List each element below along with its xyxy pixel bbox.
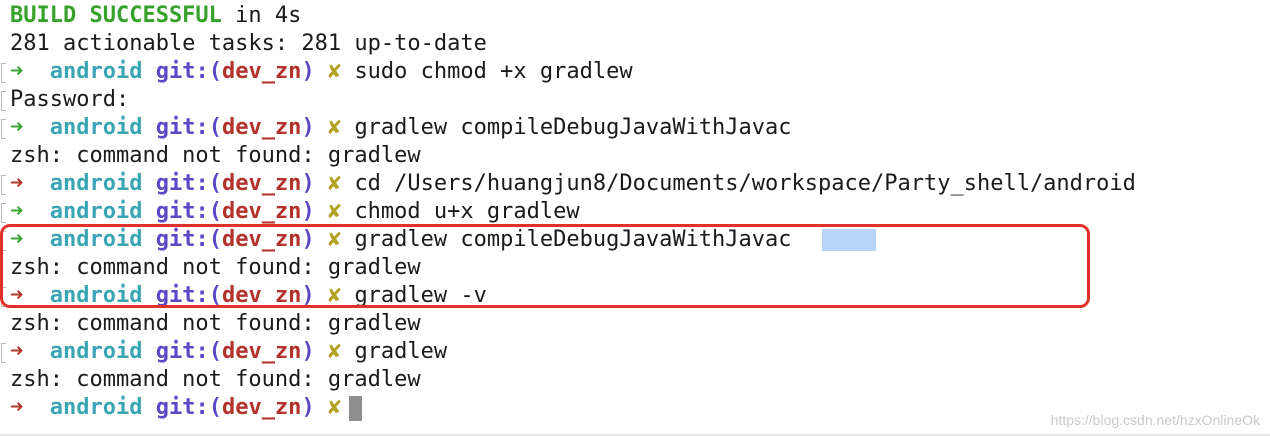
output-line: Password:	[0, 86, 1270, 114]
output-line: zsh: command not found: gradlew	[0, 142, 1270, 170]
prompt-dir: android	[49, 395, 143, 420]
git-close: )	[301, 59, 315, 84]
command-text: gradlew compileDebugJavaWithJavac	[354, 115, 792, 140]
tasks-summary: 281 actionable tasks: 281 up-to-date	[10, 31, 487, 56]
prompt-dir: android	[49, 199, 143, 224]
line-mark-icon	[1, 63, 6, 83]
git-branch: dev_zn	[221, 59, 302, 84]
git-branch: dev_zn	[221, 115, 302, 140]
password-prompt: Password:	[10, 87, 130, 112]
git-label: git:(	[155, 395, 222, 420]
output-line: zsh: command not found: gradlew	[0, 366, 1270, 394]
git-label: git:(	[155, 59, 222, 84]
line-mark-icon	[1, 119, 6, 139]
git-close: )	[301, 115, 315, 140]
prompt-line: ➜ android git:(dev_zn) ✘ sudo chmod +x g…	[0, 58, 1270, 86]
git-label: git:(	[155, 171, 222, 196]
prompt-arrow-icon: ➜	[10, 115, 24, 140]
prompt-arrow-icon: ➜	[10, 199, 24, 224]
prompt-line: ➜ android git:(dev_zn) ✘ gradlew compile…	[0, 114, 1270, 142]
build-time: in 4s	[221, 3, 302, 28]
prompt-dir: android	[49, 171, 143, 196]
prompt-dir: android	[49, 115, 143, 140]
terminal-output[interactable]: BUILD SUCCESSFUL in 4s 281 actionable ta…	[0, 0, 1270, 436]
prompt-dir: android	[49, 59, 143, 84]
highlight-annotation-box	[0, 224, 1090, 308]
command-text: chmod u+x gradlew	[354, 199, 580, 224]
git-branch: dev_zn	[221, 171, 302, 196]
watermark: https://blog.csdn.net/hzxOnlineOk	[1050, 412, 1260, 428]
prompt-arrow-icon: ➜	[10, 59, 24, 84]
dirty-icon: ✘	[327, 199, 342, 224]
text-cursor[interactable]	[349, 395, 363, 421]
git-branch: dev_zn	[221, 395, 302, 420]
git-branch: dev_zn	[221, 339, 302, 364]
git-branch: dev_zn	[221, 199, 302, 224]
dirty-icon: ✘	[327, 115, 342, 140]
error-text: zsh: command not found: gradlew	[10, 143, 421, 168]
prompt-arrow-icon: ➜	[10, 395, 24, 420]
git-close: )	[301, 199, 315, 224]
command-text: sudo chmod +x gradlew	[354, 59, 633, 84]
dirty-icon: ✘	[327, 395, 342, 420]
error-text: zsh: command not found: gradlew	[10, 311, 421, 336]
tasks-line: 281 actionable tasks: 281 up-to-date	[0, 30, 1270, 58]
build-status-line: BUILD SUCCESSFUL in 4s	[0, 2, 1270, 30]
line-mark-icon	[1, 175, 6, 195]
git-label: git:(	[155, 339, 222, 364]
line-mark-icon	[1, 91, 6, 111]
git-label: git:(	[155, 199, 222, 224]
build-status-label: BUILD SUCCESSFUL	[10, 3, 222, 28]
prompt-line: ➜ android git:(dev_zn) ✘ chmod u+x gradl…	[0, 198, 1270, 226]
command-text: cd /Users/huangjun8/Documents/workspace/…	[354, 171, 1136, 196]
git-label: git:(	[155, 115, 222, 140]
dirty-icon: ✘	[327, 171, 342, 196]
error-text: zsh: command not found: gradlew	[10, 367, 421, 392]
prompt-line: ➜ android git:(dev_zn) ✘ cd /Users/huang…	[0, 170, 1270, 198]
line-mark-icon	[1, 343, 6, 363]
line-mark-icon	[1, 203, 6, 223]
command-text: gradlew	[354, 339, 448, 364]
git-close: )	[301, 339, 315, 364]
prompt-line: ➜ android git:(dev_zn) ✘ gradlew	[0, 338, 1270, 366]
git-close: )	[301, 171, 315, 196]
prompt-dir: android	[49, 339, 143, 364]
dirty-icon: ✘	[327, 59, 342, 84]
prompt-arrow-icon: ➜	[10, 171, 24, 196]
output-line: zsh: command not found: gradlew	[0, 310, 1270, 338]
dirty-icon: ✘	[327, 339, 342, 364]
prompt-arrow-icon: ➜	[10, 339, 24, 364]
git-close: )	[301, 395, 315, 420]
